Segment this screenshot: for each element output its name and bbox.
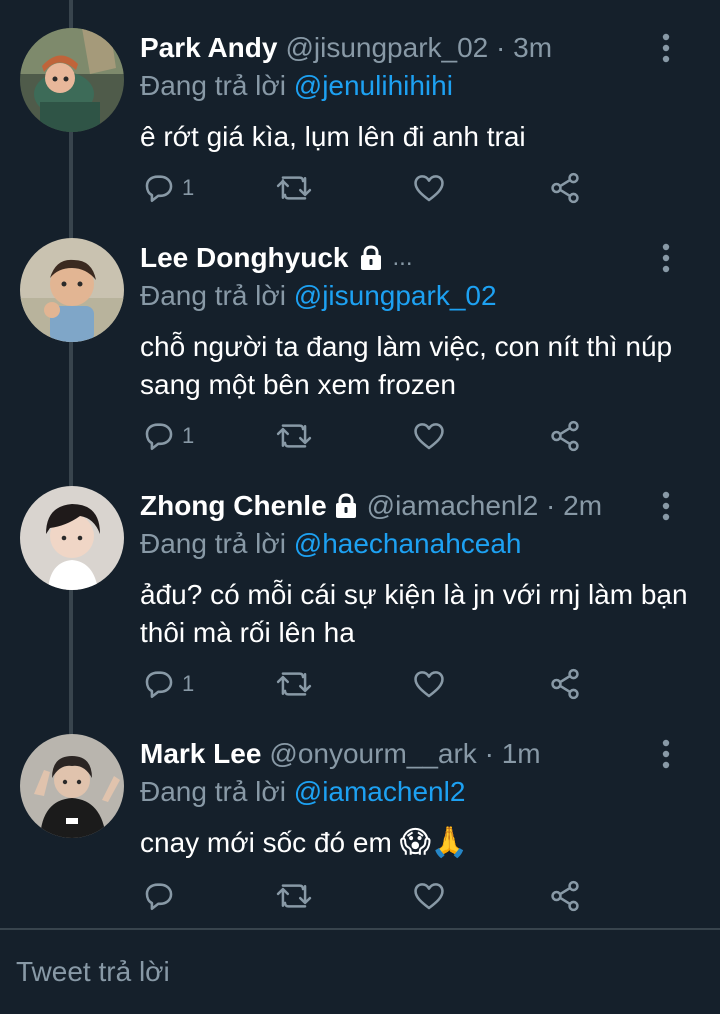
tweet-text: ảđu? có mỗi cái sự kiện là jn với rnj là… <box>140 579 688 648</box>
retweet-icon <box>276 884 312 908</box>
like-icon <box>414 671 444 698</box>
composer-divider <box>0 928 720 930</box>
reply-button[interactable]: 1 <box>142 168 194 208</box>
retweet-icon <box>276 424 312 448</box>
replying-to-line: Đang trả lời @iamachenl2 <box>140 776 465 808</box>
mention-link[interactable]: @jisungpark_02 <box>294 280 497 311</box>
like-button[interactable] <box>412 876 446 916</box>
more-vertical-icon[interactable] <box>655 490 677 522</box>
share-button[interactable] <box>548 168 582 208</box>
replying-to-line: Đang trả lời @jisungpark_02 <box>140 280 497 312</box>
like-button[interactable] <box>412 168 446 208</box>
tweet-text-body: cnay mới sốc đó em <box>140 827 392 858</box>
tweet-actions: 1 <box>140 416 700 456</box>
tweet-actions <box>140 876 700 916</box>
tweet-actions: 1 <box>140 664 700 704</box>
like-button[interactable] <box>412 664 446 704</box>
share-button[interactable] <box>548 876 582 916</box>
tweet-actions: 1 <box>140 168 700 208</box>
share-button[interactable] <box>548 416 582 456</box>
more-vertical-icon[interactable] <box>655 242 677 274</box>
mention-link[interactable]: @iamachenl2 <box>294 776 466 807</box>
mention-link[interactable]: @haechanahceah <box>294 528 522 559</box>
reply-button[interactable]: 1 <box>142 664 194 704</box>
display-name[interactable]: Park Andy <box>140 32 277 64</box>
reply-button[interactable]: 1 <box>142 416 194 456</box>
reply-icon <box>145 883 173 911</box>
tweet-header: Zhong Chenle @iamachenl2 · 2m <box>140 486 602 526</box>
like-icon <box>414 883 444 910</box>
retweet-icon <box>276 176 312 200</box>
avatar[interactable] <box>20 486 124 590</box>
retweet-button[interactable] <box>276 416 312 456</box>
avatar[interactable] <box>20 238 124 342</box>
mention-link[interactable]: @jenulihihihi <box>294 70 453 101</box>
handle-and-time[interactable]: @jisungpark_02 · 3m <box>285 32 552 64</box>
like-button[interactable] <box>412 416 446 456</box>
display-name[interactable]: Mark Lee <box>140 738 261 770</box>
avatar[interactable] <box>20 734 124 838</box>
avatar[interactable] <box>20 28 124 132</box>
reply-count: 1 <box>182 423 195 448</box>
share-icon <box>551 172 579 204</box>
tweet-header: Lee Donghyuck ... <box>140 238 413 278</box>
like-icon <box>414 175 444 202</box>
reply-icon <box>145 423 173 451</box>
tweet-text: chỗ người ta đang làm việc, con nít thì … <box>140 331 673 400</box>
reply-composer-input[interactable]: Tweet trả lời <box>16 956 170 988</box>
more-vertical-icon[interactable] <box>655 32 677 64</box>
more-vertical-icon[interactable] <box>655 738 677 770</box>
replying-prefix: Đang trả lời <box>140 528 286 559</box>
display-name[interactable]: Zhong Chenle <box>140 490 327 522</box>
handle-and-time[interactable]: @onyourm__ark · 1m <box>269 738 540 770</box>
replying-prefix: Đang trả lời <box>140 280 286 311</box>
replying-prefix: Đang trả lời <box>140 776 286 807</box>
reply-count: 1 <box>182 671 195 696</box>
replying-to-line: Đang trả lời @jenulihihihi <box>140 70 453 102</box>
tweet-text: ê rớt giá kìa, lụm lên đi anh trai <box>140 121 526 152</box>
tweet-header: Mark Lee @onyourm__ark · 1m <box>140 734 541 774</box>
reply-button[interactable] <box>142 876 182 916</box>
tweet-header: Park Andy @jisungpark_02 · 3m <box>140 28 552 68</box>
truncated-handle[interactable]: ... <box>392 244 412 272</box>
replying-to-line: Đang trả lời @haechanahceah <box>140 528 521 560</box>
reply-icon <box>145 671 173 699</box>
lock-icon <box>361 245 382 270</box>
retweet-icon <box>276 672 312 696</box>
replying-prefix: Đang trả lời <box>140 70 286 101</box>
reply-count: 1 <box>182 175 195 200</box>
retweet-button[interactable] <box>276 876 312 916</box>
reply-icon <box>145 175 173 203</box>
lock-icon <box>335 493 356 518</box>
retweet-button[interactable] <box>276 664 312 704</box>
share-icon <box>551 668 579 700</box>
share-icon <box>551 880 579 912</box>
retweet-button[interactable] <box>276 168 312 208</box>
like-icon <box>414 423 444 450</box>
tweet-text: cnay mới sốc đó em 😱🙏 <box>140 824 700 862</box>
share-icon <box>551 420 579 452</box>
tweet-emojis: 😱🙏 <box>399 826 469 859</box>
display-name[interactable]: Lee Donghyuck <box>140 242 348 274</box>
tweet-thread-screen: Park Andy @jisungpark_02 · 3m Đang trả l… <box>0 0 720 1014</box>
share-button[interactable] <box>548 664 582 704</box>
handle-and-time[interactable]: @iamachenl2 · 2m <box>367 490 602 522</box>
